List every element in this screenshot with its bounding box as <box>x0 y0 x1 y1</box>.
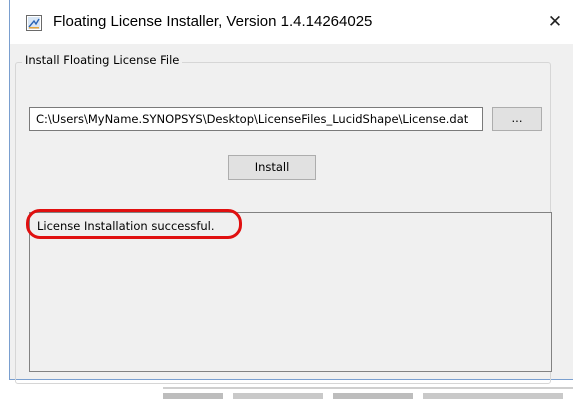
title-bar[interactable]: Floating License Installer, Version 1.4.… <box>10 0 573 44</box>
browse-button[interactable]: ... <box>492 107 542 131</box>
background-window-fragment <box>163 387 573 405</box>
license-file-path-field[interactable]: C:\Users\MyName.SYNOPSYS\Desktop\License… <box>29 107 483 131</box>
install-button[interactable]: Install <box>228 155 316 180</box>
close-icon[interactable]: ✕ <box>537 6 573 38</box>
window-title: Floating License Installer, Version 1.4.… <box>53 13 373 30</box>
groupbox-legend: Install Floating License File <box>22 53 183 67</box>
success-highlight-annotation <box>26 209 242 239</box>
license-installer-icon <box>26 15 42 31</box>
